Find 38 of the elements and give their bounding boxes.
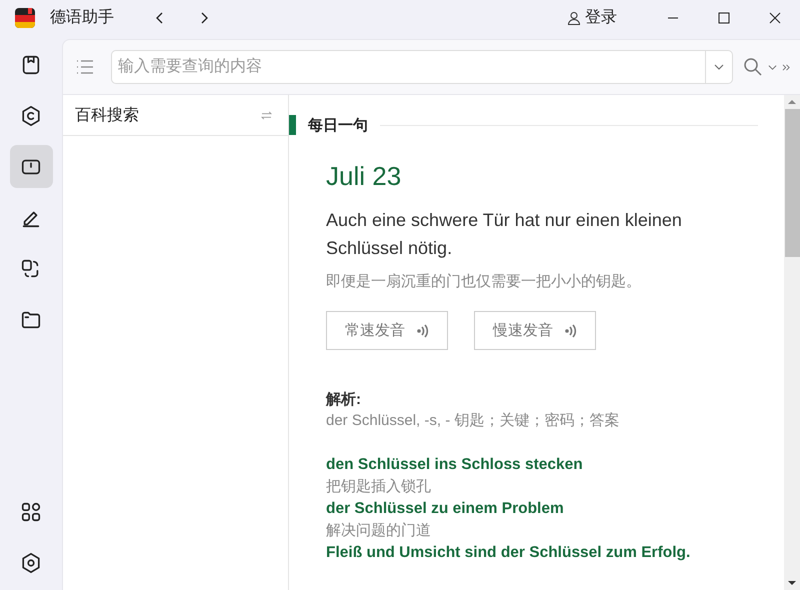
window-title: 德语助手	[50, 8, 114, 28]
person-icon	[567, 10, 581, 24]
phrase-translation: 把钥匙插入锁孔	[326, 477, 432, 497]
scroll-up-icon[interactable]	[787, 99, 797, 105]
phrase-text: Fleiß und Umsicht sind der Schlüssel zum Erfolg.	[326, 543, 692, 563]
panel-title: 百科搜索	[75, 106, 139, 126]
phrase-text: der Schlüssel zu einem Problem	[326, 499, 565, 519]
phrase-text: den Schlüssel ins Schloss stecken	[326, 455, 584, 475]
caret-icon[interactable]	[768, 64, 777, 70]
pronounce-button[interactable]: 慢速发音	[474, 311, 596, 350]
hexagon-c-icon	[20, 104, 42, 126]
flag-book-icon	[14, 6, 36, 28]
accent-bar	[289, 115, 296, 135]
caret-icon	[714, 64, 724, 70]
maximize-icon[interactable]	[718, 12, 730, 24]
speaker-icon	[417, 322, 429, 338]
date-heading: Juli 23	[326, 161, 402, 192]
close-icon[interactable]	[769, 12, 781, 24]
definition-text: der Schlüssel, -s, - 钥匙；关键；密码；答案	[326, 411, 620, 430]
scroll-down-icon[interactable]	[787, 580, 797, 586]
section-title: 每日一句	[308, 116, 368, 134]
scrollbar-thumb[interactable]	[784, 109, 800, 257]
search-field[interactable]: 输入需要查询的内容	[111, 50, 705, 84]
german-sentence: Auch eine schwere Tür hat nur einen kleinen Schlüssel nötig.	[326, 209, 683, 260]
search-icon[interactable]	[743, 57, 763, 77]
grid-icon	[20, 500, 42, 522]
phrase-translation: 解决问题的门道	[326, 521, 432, 541]
sidebar-item[interactable]	[10, 145, 52, 188]
speaker-icon	[565, 322, 577, 338]
bookmark-icon	[20, 54, 42, 76]
chinese-translation: 即便是一扇沉重的门也仅需要一把小小的钥匙。	[326, 272, 642, 291]
analysis-label: 解析:	[326, 390, 362, 409]
pronounce-button[interactable]: 常速发音	[326, 311, 448, 350]
login-button[interactable]: 登录	[565, 5, 619, 30]
swap-icon[interactable]	[261, 110, 272, 120]
list-icon[interactable]	[75, 59, 95, 75]
double-chevron-icon[interactable]	[782, 64, 791, 70]
settings-icon	[20, 552, 42, 574]
